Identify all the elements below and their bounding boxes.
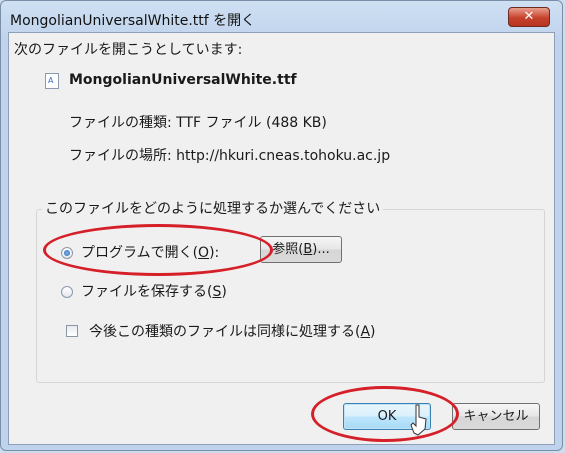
save-file-label[interactable]: ファイルを保存する(S) — [81, 281, 227, 301]
close-icon: ✕ — [523, 9, 535, 24]
ttf-file-icon: A — [45, 73, 59, 89]
action-group-legend: このファイルをどのように処理するか選んでください — [42, 198, 384, 218]
remember-choice-label[interactable]: 今後この種類のファイルは同様に処理する(A) — [89, 321, 376, 341]
window-title: MongolianUniversalWhite.ttf を開く — [10, 13, 256, 29]
file-location: ファイルの場所: http://hkuri.cneas.tohoku.ac.jp — [69, 148, 391, 164]
dialog-body: 次のファイルを開こうとしています: A MongolianUniversalWh… — [8, 32, 555, 445]
title-bar[interactable]: MongolianUniversalWhite.ttf を開く ✕ — [1, 1, 562, 35]
radio-selected-dot — [64, 250, 70, 256]
prompt-text: 次のファイルを開こうとしています: — [14, 42, 243, 58]
file-name: MongolianUniversalWhite.ttf — [69, 72, 297, 88]
cancel-button[interactable]: キャンセル — [452, 403, 540, 430]
open-file-dialog: MongolianUniversalWhite.ttf を開く ✕ 次のファイル… — [0, 0, 563, 451]
remember-choice-checkbox[interactable] — [66, 325, 78, 337]
open-with-label[interactable]: プログラムで開く(O): — [81, 242, 219, 262]
close-button[interactable]: ✕ — [508, 7, 550, 27]
pointer-cursor-icon — [410, 404, 427, 436]
save-file-radio[interactable] — [61, 286, 73, 298]
browse-button[interactable]: 参照(B)... — [260, 236, 342, 263]
file-type: ファイルの種類: TTF ファイル (488 KB) — [69, 115, 327, 131]
open-with-radio[interactable] — [61, 247, 73, 259]
